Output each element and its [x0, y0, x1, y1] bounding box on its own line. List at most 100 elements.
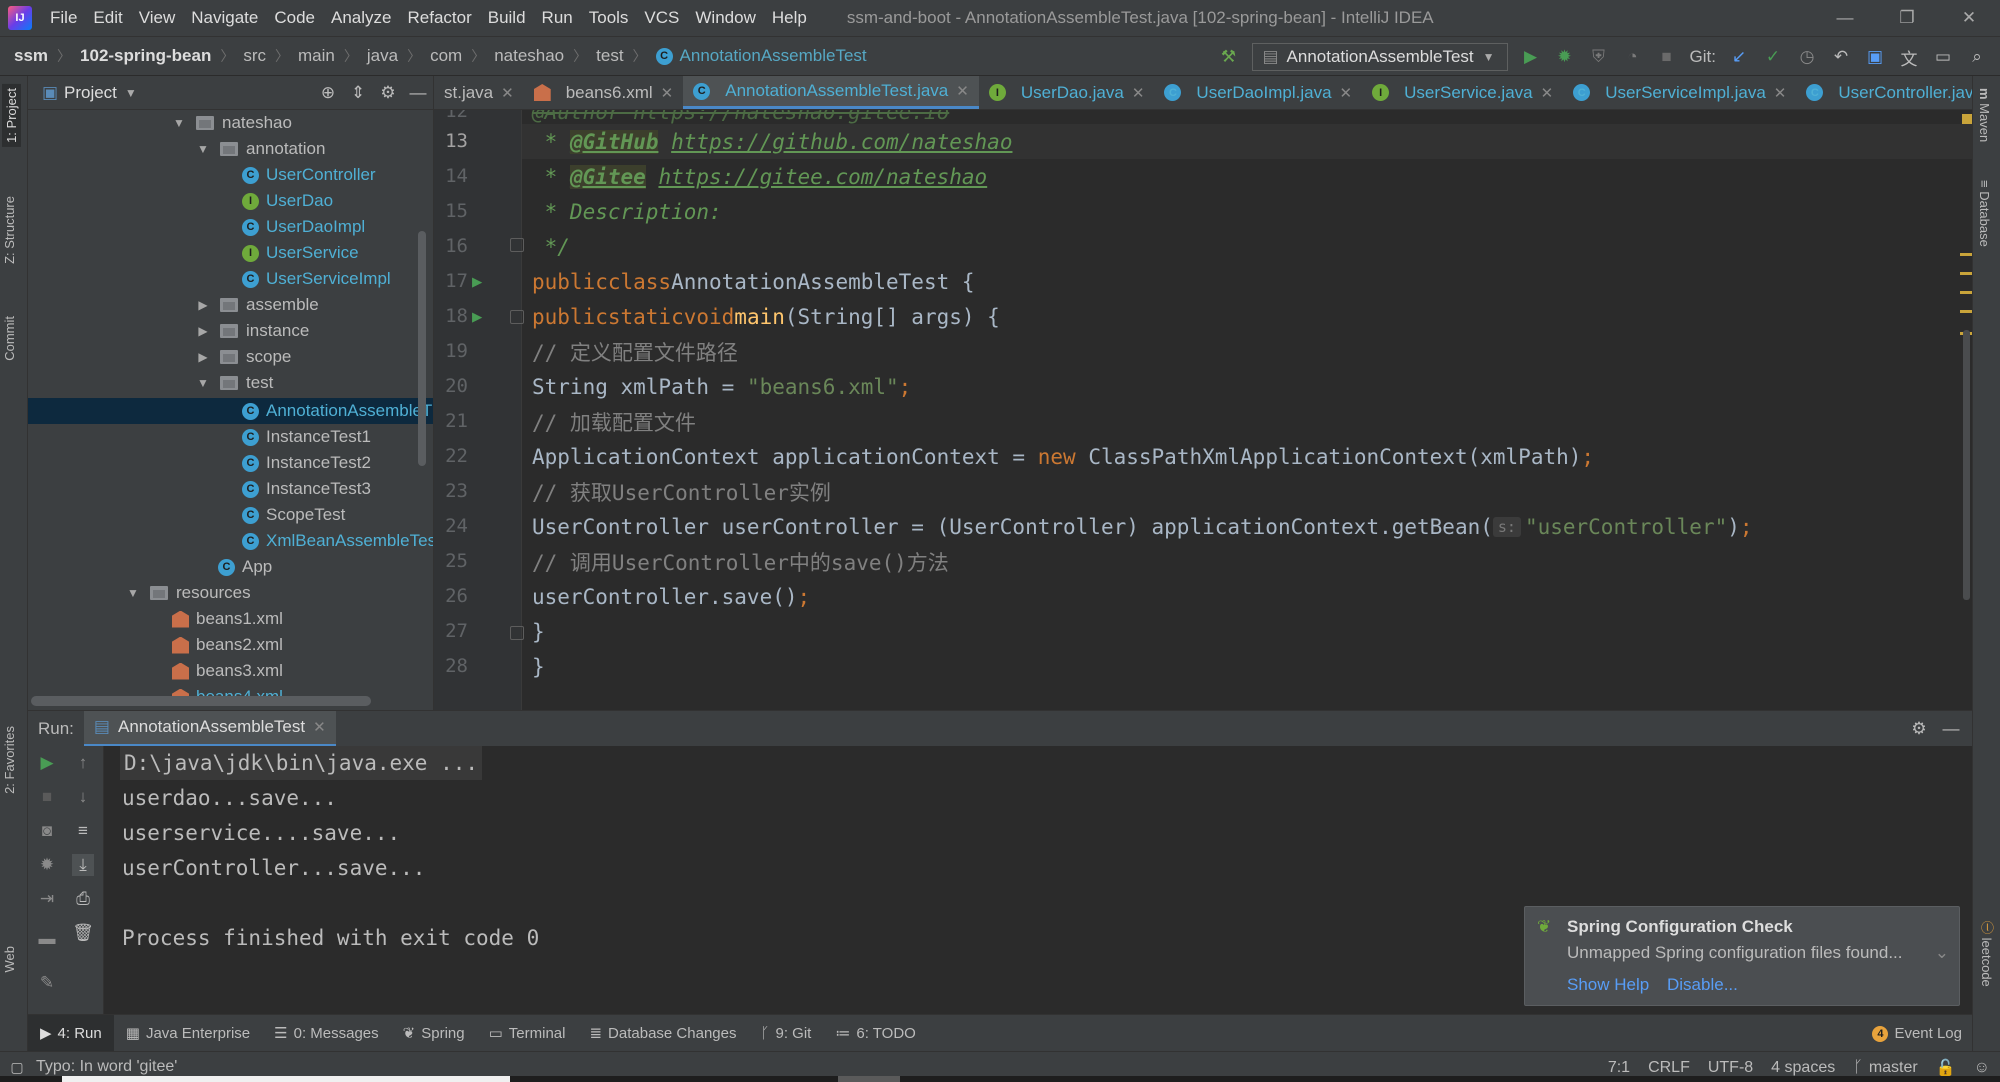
expanded-arrow-icon[interactable]: ▼ — [196, 142, 210, 156]
expanded-arrow-icon[interactable]: ▼ — [196, 376, 210, 390]
tool-tab-web[interactable]: Web — [2, 946, 17, 973]
tool-tab-git[interactable]: ᚴ 9: Git — [748, 1015, 823, 1052]
run-gutter-icon[interactable]: ▶ — [472, 272, 482, 292]
inspector-icon[interactable]: ☺ — [1974, 1059, 1990, 1077]
expanded-arrow-icon[interactable]: ▼ — [172, 116, 186, 130]
tree-node-interface[interactable]: I UserDao — [242, 188, 333, 214]
lock-icon[interactable]: 🔓 — [1936, 1058, 1956, 1078]
close-icon[interactable]: ✕ — [1132, 84, 1145, 102]
warning-marker[interactable] — [1960, 310, 1972, 313]
debug-icon[interactable]: ✹ — [1554, 46, 1576, 68]
project-view-title[interactable]: Project — [64, 83, 117, 103]
menu-vcs[interactable]: VCS — [644, 8, 679, 28]
translate-icon[interactable]: 文 — [1898, 46, 1920, 69]
menu-refactor[interactable]: Refactor — [407, 8, 471, 28]
tree-node-annotation[interactable]: ▼ annotation — [196, 136, 325, 162]
menu-help[interactable]: Help — [772, 8, 807, 28]
coverage-icon[interactable]: ⛨ — [1588, 46, 1610, 68]
tree-node-xml[interactable]: beans2.xml — [172, 632, 283, 658]
stop-icon[interactable]: ■ — [36, 786, 58, 808]
warning-marker[interactable] — [1960, 291, 1972, 294]
camera-icon[interactable]: ◙ — [36, 820, 58, 842]
menu-tools[interactable]: Tools — [589, 8, 629, 28]
editor-tab-active[interactable]: C AnnotationAssembleTest.java ✕ — [683, 76, 979, 109]
git-commit-icon[interactable]: ✓ — [1762, 46, 1784, 68]
tool-tab-maven[interactable]: m Maven — [1977, 88, 1992, 142]
close-icon[interactable]: ✕ — [1774, 84, 1787, 102]
editor-tab[interactable]: CUserController.java✕ — [1796, 76, 2000, 109]
horizontal-scrollbar[interactable] — [31, 696, 371, 706]
tree-node-assemble[interactable]: ▶ assemble — [196, 292, 318, 318]
tool-tab-favorites[interactable]: 2: Favorites — [2, 726, 17, 794]
line-separator[interactable]: CRLF — [1648, 1059, 1690, 1077]
breadcrumb-item[interactable]: ssm — [14, 46, 48, 66]
tool-tab-java-enterprise[interactable]: ▦ Java Enterprise — [114, 1015, 262, 1052]
show-help-link[interactable]: Show Help — [1567, 975, 1649, 995]
breadcrumb-item[interactable]: 102-spring-bean — [80, 46, 211, 66]
menu-view[interactable]: View — [139, 8, 176, 28]
tool-tab-commit[interactable]: Commit — [2, 316, 17, 361]
disable-link[interactable]: Disable... — [1667, 975, 1738, 995]
editor-tab[interactable]: beans6.xml ✕ — [524, 76, 684, 109]
scroll-to-end-icon[interactable]: ⤓ — [72, 854, 94, 876]
run-configuration-select[interactable]: ▤ AnnotationAssembleTest ▼ — [1251, 43, 1508, 71]
expanded-arrow-icon[interactable]: ▼ — [126, 586, 140, 600]
indent-setting[interactable]: 4 spaces — [1771, 1059, 1835, 1077]
run-icon[interactable]: ▶ — [1520, 46, 1542, 68]
file-encoding[interactable]: UTF-8 — [1708, 1059, 1753, 1077]
tool-tab-spring[interactable]: ❦ Spring — [391, 1015, 477, 1052]
tool-tab-run[interactable]: ▶ 4: Run — [28, 1014, 114, 1052]
editor-tab[interactable]: C UserDaoImpl.java ✕ — [1154, 76, 1362, 109]
close-window-button[interactable]: ✕ — [1938, 0, 2000, 36]
breadcrumb-item[interactable]: nateshao — [494, 46, 564, 66]
doc-link[interactable]: https://github.com/nateshao — [671, 130, 1012, 154]
gear-icon[interactable]: ⚙ — [377, 82, 399, 104]
tree-node-class[interactable]: C UserController — [242, 162, 376, 188]
hide-icon[interactable]: — — [1940, 718, 1962, 740]
tool-tab-leetcode[interactable]: ⓛ leetcode — [1977, 921, 1996, 987]
tree-node-test-class[interactable]: C XmlBeanAssembleTes — [242, 528, 433, 554]
build-hammer-icon[interactable]: ⚒ — [1218, 46, 1240, 68]
tree-node-class[interactable]: C App — [218, 554, 272, 580]
tool-tab-todo[interactable]: ≔ 6: TODO — [823, 1015, 927, 1052]
close-icon[interactable]: ✕ — [1340, 84, 1353, 102]
fold-marker-icon[interactable] — [510, 238, 524, 252]
profile-icon[interactable]: ◔ — [1622, 46, 1644, 68]
breadcrumb-item[interactable]: AnnotationAssembleTest — [680, 46, 867, 66]
tool-tab-terminal[interactable]: ▭ Terminal — [477, 1015, 578, 1052]
chevron-down-icon[interactable]: ▼ — [125, 86, 137, 100]
menu-window[interactable]: Window — [695, 8, 755, 28]
git-branch-widget[interactable]: ᚴ master — [1853, 1059, 1918, 1077]
console-line[interactable]: D:\java\jdk\bin\java.exe ... — [120, 746, 483, 780]
tool-tab-database[interactable]: ≡ Database — [1977, 180, 1992, 247]
code-editor[interactable]: 12 13 14 15 16 17 18 19 20 21 22 23 24 2… — [434, 110, 1972, 710]
fold-marker-icon[interactable] — [510, 310, 524, 324]
tree-node-test-class[interactable]: C ScopeTest — [242, 502, 345, 528]
up-arrow-icon[interactable]: ↑ — [72, 752, 94, 774]
breadcrumb-item[interactable]: main — [298, 46, 335, 66]
chevron-down-icon[interactable]: ⌄ — [1935, 943, 1949, 963]
trash-icon[interactable]: 🗑 — [72, 922, 94, 944]
search-everywhere-icon[interactable]: ⌕ — [1966, 46, 1988, 68]
print-icon[interactable]: ⎙ — [72, 888, 94, 910]
editor-tab[interactable]: I UserDao.java ✕ — [979, 76, 1155, 109]
caret-position[interactable]: 7:1 — [1608, 1059, 1630, 1077]
close-icon[interactable]: ✕ — [956, 82, 969, 100]
vertical-scrollbar[interactable] — [418, 231, 426, 466]
presentation-mode-icon[interactable]: ▭ — [1932, 46, 1954, 68]
tree-node-instance[interactable]: ▶ instance — [196, 318, 309, 344]
warning-marker[interactable] — [1960, 253, 1972, 256]
editor-error-stripe[interactable] — [1960, 110, 1972, 710]
tree-node-test-class[interactable]: C InstanceTest3 — [242, 476, 371, 502]
menu-edit[interactable]: Edit — [93, 8, 122, 28]
editor-tab[interactable]: st.java ✕ — [434, 76, 524, 109]
menu-run[interactable]: Run — [542, 8, 573, 28]
run-tab[interactable]: ▤ AnnotationAssembleTest ✕ — [83, 710, 336, 747]
minimize-button[interactable]: — — [1814, 0, 1876, 36]
collapsed-arrow-icon[interactable]: ▶ — [196, 324, 210, 338]
menu-analyze[interactable]: Analyze — [331, 8, 391, 28]
tree-node-test[interactable]: ▼ test — [196, 370, 273, 396]
git-update-icon[interactable]: ↙ — [1728, 46, 1750, 68]
collapsed-arrow-icon[interactable]: ▶ — [196, 298, 210, 312]
tree-node-class[interactable]: C UserServiceImpl — [242, 266, 391, 292]
